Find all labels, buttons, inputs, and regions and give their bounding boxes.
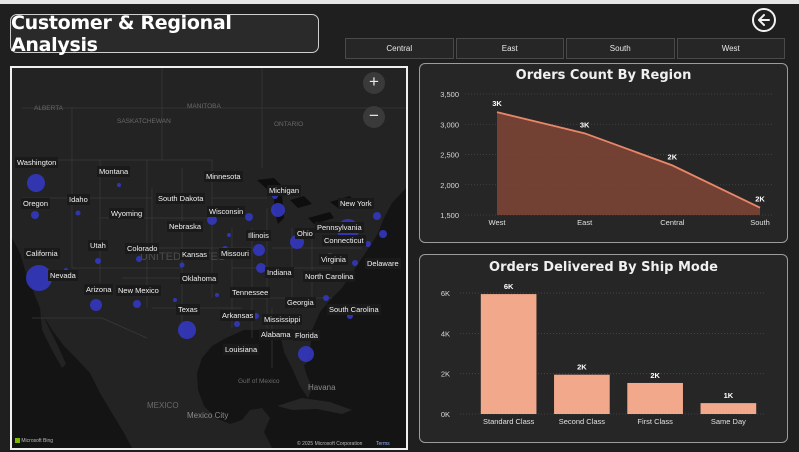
y-tick-label: 6K [441,289,450,298]
map-label-nebraska: Nebraska [167,221,204,232]
map-label-washington: Washington [15,157,59,168]
data-label: 2K [755,195,765,204]
x-tick-label: Standard Class [483,417,535,426]
map-label-oregon: Oregon [21,198,51,209]
map-label-south-carolina: South Carolina [327,304,381,315]
map-label-arizona: Arizona [84,284,114,295]
orders-by-ship-mode-card: Orders Delivered By Ship Mode 0K 2K 4K 6K 6K… [419,254,788,443]
bar [480,294,537,414]
top-border [0,0,799,4]
map-text-ontario: ONTARIO [274,121,303,128]
map-text-alberta: ALBERTA [34,105,64,112]
bing-attribution-text: Microsoft Bing [21,438,54,444]
map-label-south-dakota: South Dakota [156,193,206,204]
map-label-pennsylvania: Pennsylvania [315,222,364,233]
bing-attribution: Microsoft Bing [15,438,53,444]
bar [700,403,757,414]
map-label-new-mexico: New Mexico [116,285,161,296]
map-label-florida: Florida [293,330,320,341]
map-label-new-york: New York [338,198,374,209]
orders-by-ship-mode-chart: 0K 2K 4K 6K 6K Standard Class 2K Second Class 2K… [441,282,765,426]
area-fill [497,112,760,215]
map-label-texas: Texas [176,304,200,315]
map-label-ohio: Ohio [295,228,315,239]
map-text-manitoba: MANITOBA [187,103,221,110]
back-button[interactable] [752,8,776,32]
orders-by-region-card: Orders Count By Region 1,500 2,000 2,500 3,… [419,63,788,243]
data-label: 3K [580,120,590,129]
map-label-idaho: Idaho [67,194,90,205]
map-terms-link[interactable]: Terms [376,441,390,447]
y-tick-label: 3,500 [440,90,459,99]
region-slicer: Central East South West [345,38,785,59]
map-label-kansas: Kansas [180,249,210,260]
x-tick-label: Central [660,218,685,227]
map-text-sea: Gulf of Mexico [238,378,280,385]
map-label-california: California [24,248,60,259]
zoom-in-button[interactable]: + [363,72,385,94]
x-tick-label: Same Day [711,417,746,426]
map-label-illinois: Illinois [246,230,271,241]
map-label-montana: Montana [97,166,131,177]
data-label: 1K [724,391,734,400]
data-label: 3K [492,99,502,108]
microsoft-logo-icon [15,438,20,444]
map-text-havana: Havana [308,383,336,392]
x-tick-label: First Class [637,417,673,426]
x-tick-label: Second Class [559,417,606,426]
data-label: 2K [577,363,587,372]
bar [554,374,610,414]
map-label-connecticut: Connecticut [322,235,366,246]
map-label-georgia: Georgia [285,297,316,308]
y-tick-label: 0K [441,410,450,419]
map-label-missouri: Missouri [219,248,251,259]
map-label-wisconsin: Wisconsin [207,206,246,217]
slicer-central[interactable]: Central [345,38,454,59]
map-label-nevada: Nevada [48,270,78,281]
customer-map[interactable]: SASKATCHEWAN MANITOBA ALBERTA ONTARIO UN… [10,66,408,450]
zoom-out-button[interactable]: − [363,106,385,128]
data-label: 2K [650,371,660,380]
orders-by-region-chart: 1,500 2,000 2,500 3,000 3,500 3K West 3K East 2K C… [440,90,772,227]
map-label-louisiana: Louisiana [223,344,260,355]
x-tick-label: East [577,218,593,227]
slicer-east[interactable]: East [455,38,564,59]
y-tick-label: 2,000 [440,181,459,190]
map-label-wyoming: Wyoming [109,208,145,219]
x-tick-label: West [489,218,507,227]
x-tick-label: South [750,218,770,227]
map-label-delaware: Delaware [365,258,401,269]
y-tick-label: 1,500 [440,211,459,220]
slicer-south[interactable]: South [566,38,675,59]
map-label-north-carolina: North Carolina [303,271,356,282]
map-label-minnesota: Minnesota [204,171,243,182]
map-text-mexico: MEXICO [147,401,179,410]
map-label-colorado: Colorado [125,243,160,254]
map-label-arkansas: Arkansas [220,310,256,321]
map-label-michigan: Michigan [267,185,302,196]
page-title-text: Customer & Regional Analysis [11,11,232,56]
map-label-oklahoma: Oklahoma [180,273,219,284]
y-tick-label: 2,500 [440,151,459,160]
map-label-utah: Utah [88,240,108,251]
map-label-alabama: Alabama [259,329,293,340]
map-copyright: © 2025 Microsoft Corporation [297,441,363,447]
back-arrow-icon [758,14,770,26]
map-text-mexico-city: Mexico City [187,411,228,420]
y-tick-label: 4K [441,329,450,338]
y-tick-label: 2K [441,370,450,379]
slicer-west[interactable]: West [676,38,785,59]
map-label-tennessee: Tennessee [230,287,271,298]
bar [627,382,683,414]
map-text-saskatchewan: SASKATCHEWAN [117,118,171,125]
map-label-mississippi: Mississippi [262,314,303,325]
page-title: Customer & Regional Analysis [10,11,319,56]
map-label-indiana: Indiana [265,267,294,278]
map-label-virginia: Virginia [319,254,348,265]
data-label: 6K [504,282,514,291]
data-label: 2K [668,152,678,161]
y-tick-label: 3,000 [440,120,459,129]
